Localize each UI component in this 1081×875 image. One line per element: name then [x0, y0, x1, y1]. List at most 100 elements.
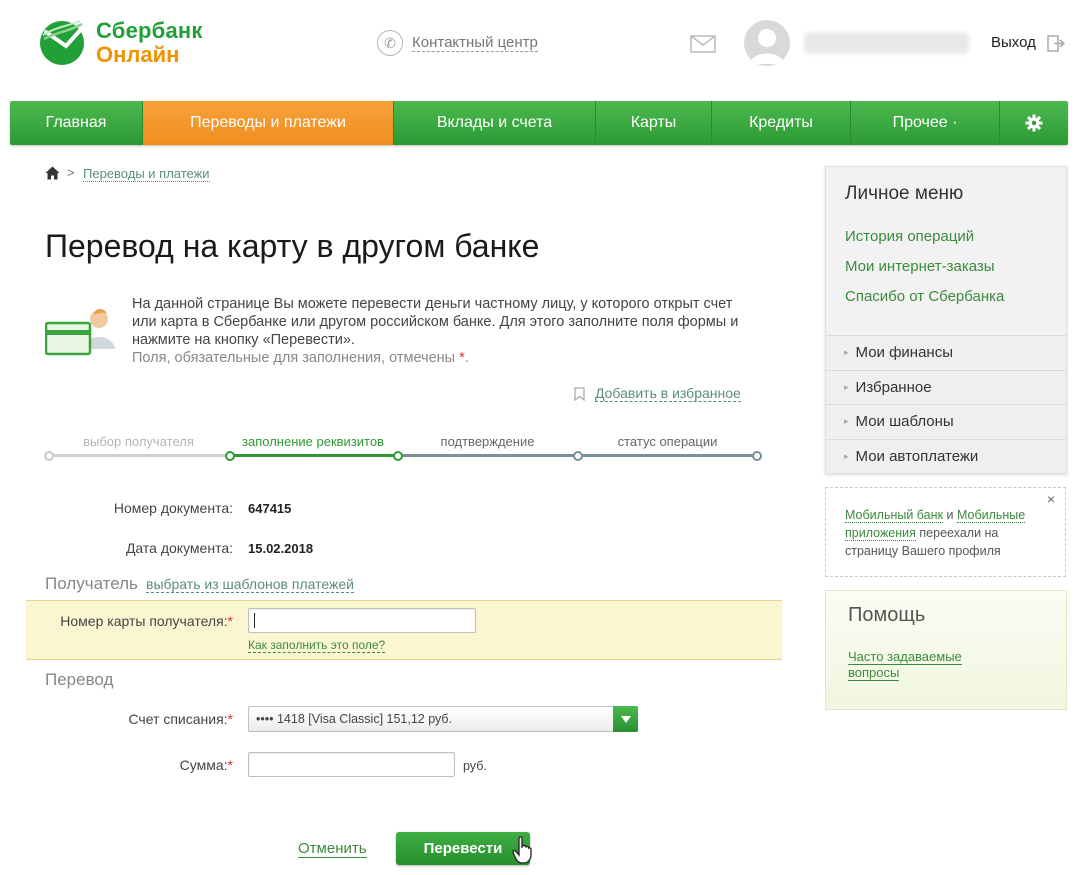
- nav-label: Кредиты: [749, 114, 813, 131]
- notice-and: и: [946, 508, 954, 522]
- hand-cursor-icon: [512, 836, 532, 864]
- choose-template-link[interactable]: выбрать из шаблонов платежей: [146, 576, 354, 593]
- nav-label: Прочее ·: [892, 114, 958, 131]
- sidebar-section-label: Мои шаблоны: [855, 413, 954, 430]
- step-line-4: [578, 454, 757, 457]
- sidebar-section-label: Избранное: [855, 379, 932, 396]
- required-hint-text: Поля, обязательные для заполнения, отмеч…: [132, 350, 456, 366]
- nav-item-deposits[interactable]: Вклады и счета: [394, 101, 596, 145]
- required-hint: Поля, обязательные для заполнения, отмеч…: [132, 350, 469, 366]
- home-icon[interactable]: [45, 166, 60, 180]
- how-to-fill-link[interactable]: Как заполнить это поле?: [248, 638, 386, 653]
- step-line-3: [398, 454, 578, 457]
- sidebar-section-favorites[interactable]: ▸ Избранное: [826, 370, 1066, 404]
- mail-icon[interactable]: [690, 35, 716, 53]
- sidebar-link-orders[interactable]: Мои интернет-заказы: [845, 258, 995, 275]
- sidebar-section-templates[interactable]: ▸ Мои шаблоны: [826, 404, 1066, 438]
- step-line-1: [49, 454, 230, 457]
- sidebar-section-label: Мои автоплатежи: [855, 448, 979, 465]
- account-label: Счет списания:*: [60, 711, 233, 727]
- sidebar-section-label: Мои финансы: [855, 344, 953, 361]
- account-select[interactable]: •••• 1418 [Visa Classic] 151,12 руб.: [248, 706, 638, 732]
- chevron-right-icon: ▸: [844, 347, 849, 357]
- mobile-notice: Мобильный банк и Мобильные приложения пе…: [825, 487, 1066, 577]
- recipient-section-title: Получатель: [45, 574, 138, 593]
- account-select-toggle[interactable]: [613, 706, 638, 732]
- nav-settings-button[interactable]: [1000, 101, 1068, 145]
- sidebar-section-finances[interactable]: ▸ Мои финансы: [826, 335, 1066, 369]
- step-label-4: статус операции: [617, 434, 718, 449]
- submit-transfer-button[interactable]: Перевести: [396, 832, 530, 865]
- amount-input[interactable]: [248, 752, 455, 777]
- step-line-2: [230, 454, 398, 457]
- mobile-bank-link[interactable]: Мобильный банк: [845, 508, 943, 523]
- step-dot-2: [225, 451, 235, 461]
- step-dot-1: [44, 451, 54, 461]
- phone-icon[interactable]: ✆: [377, 30, 403, 56]
- required-mark: *: [227, 711, 233, 727]
- account-label-text: Счет списания:: [128, 711, 228, 727]
- chevron-right-icon: ▸: [844, 382, 849, 392]
- card-transfer-icon: [45, 308, 115, 356]
- sberbank-logo-icon[interactable]: [38, 18, 88, 66]
- faq-link[interactable]: Часто задаваемые вопросы: [848, 649, 978, 681]
- required-hint-dot: .: [464, 350, 469, 366]
- nav-item-other[interactable]: Прочее ·: [851, 101, 1000, 145]
- add-to-favorites-link[interactable]: Добавить в избранное: [595, 385, 741, 402]
- logout-icon[interactable]: [1047, 35, 1065, 52]
- required-mark: *: [227, 613, 233, 629]
- gear-icon: [1025, 114, 1043, 132]
- document-number-label: Номер документа:: [113, 500, 233, 516]
- document-date-value: 15.02.2018: [248, 541, 314, 556]
- card-number-input[interactable]: [248, 608, 476, 633]
- page-title: Перевод на карту в другом банке: [45, 228, 540, 264]
- step-label-1: выбор получателя: [83, 434, 194, 449]
- transfer-section-title: Перевод: [45, 670, 114, 689]
- currency-label: руб.: [463, 759, 487, 773]
- chevron-down-icon: [620, 715, 631, 723]
- nav-label: Вклады и счета: [436, 114, 553, 131]
- cancel-link[interactable]: Отменить: [298, 840, 367, 858]
- card-number-label-text: Номер карты получателя:: [60, 613, 228, 629]
- close-icon[interactable]: ×: [1047, 491, 1055, 507]
- help-title: Помощь: [848, 604, 926, 626]
- submit-label: Перевести: [423, 840, 503, 857]
- info-description: На данной странице Вы можете перевести д…: [132, 296, 739, 348]
- nav-item-transfers[interactable]: Переводы и платежи: [143, 101, 394, 145]
- nav-label: Карты: [630, 114, 677, 131]
- text-cursor: [254, 613, 255, 628]
- contact-center-link[interactable]: Контактный центр: [412, 34, 538, 52]
- sidebar-section-autopayments[interactable]: ▸ Мои автоплатежи: [826, 439, 1066, 473]
- logo-text-sberbank[interactable]: Сбербанк: [96, 18, 203, 44]
- step-dot-4: [573, 451, 583, 461]
- nav-item-cards[interactable]: Карты: [596, 101, 712, 145]
- breadcrumb-link-transfers[interactable]: Переводы и платежи: [83, 166, 210, 182]
- user-silhouette-icon: [750, 29, 784, 64]
- personal-menu-title: Личное меню: [845, 183, 964, 204]
- bookmark-icon[interactable]: [574, 387, 585, 401]
- nav-item-main[interactable]: Главная: [10, 101, 143, 145]
- logout-link[interactable]: Выход: [991, 34, 1036, 51]
- logo-text-online[interactable]: Онлайн: [96, 42, 179, 68]
- step-dot-5: [752, 451, 762, 461]
- breadcrumb-separator: >: [67, 165, 75, 180]
- step-label-3: подтверждение: [440, 434, 535, 449]
- step-label-2: заполнение реквизитов: [242, 434, 384, 449]
- nav-label: Главная: [45, 114, 107, 131]
- chevron-right-icon: ▸: [844, 451, 849, 461]
- sidebar-link-history[interactable]: История операций: [845, 228, 974, 245]
- required-mark: *: [227, 757, 233, 773]
- step-dot-3: [393, 451, 403, 461]
- avatar[interactable]: [744, 20, 790, 66]
- faq-link-text: Часто задаваемые вопросы: [848, 649, 962, 681]
- main-nav: Главная Переводы и платежи Вклады и счет…: [10, 101, 1068, 145]
- amount-label-text: Сумма:: [179, 757, 228, 773]
- amount-label: Сумма:*: [60, 757, 233, 773]
- document-number-value: 647415: [248, 501, 292, 516]
- chevron-right-icon: ▸: [844, 416, 849, 426]
- username-blurred: [804, 32, 969, 54]
- document-date-label: Дата документа:: [125, 540, 233, 556]
- nav-item-credits[interactable]: Кредиты: [712, 101, 851, 145]
- card-number-label: Номер карты получателя:*: [40, 613, 233, 629]
- sidebar-link-thanks[interactable]: Спасибо от Сбербанка: [845, 288, 1004, 305]
